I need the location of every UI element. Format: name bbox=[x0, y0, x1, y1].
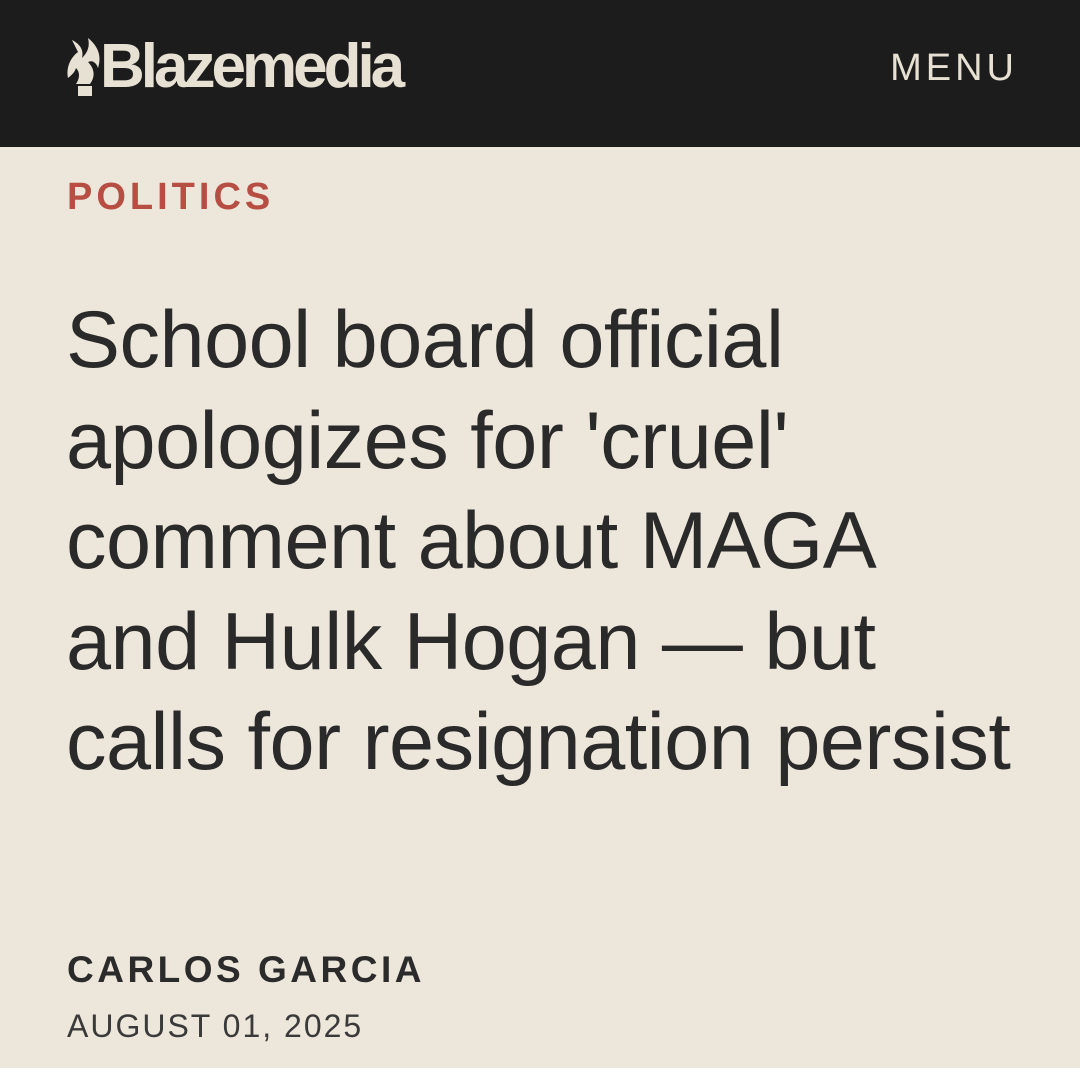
author-name[interactable]: CARLOS GARCIA bbox=[67, 948, 425, 992]
article-headline: School board official apologizes for 'cr… bbox=[66, 295, 1011, 787]
site-header: Blazemedia MENU bbox=[0, 0, 1080, 147]
logo-wordmark: Blazemedia bbox=[100, 32, 405, 101]
menu-button[interactable]: MENU bbox=[890, 46, 1018, 90]
publish-date: AUGUST 01, 2025 bbox=[67, 1008, 364, 1044]
site-logo[interactable]: Blazemedia bbox=[66, 32, 405, 101]
category-label[interactable]: POLITICS bbox=[67, 175, 274, 219]
